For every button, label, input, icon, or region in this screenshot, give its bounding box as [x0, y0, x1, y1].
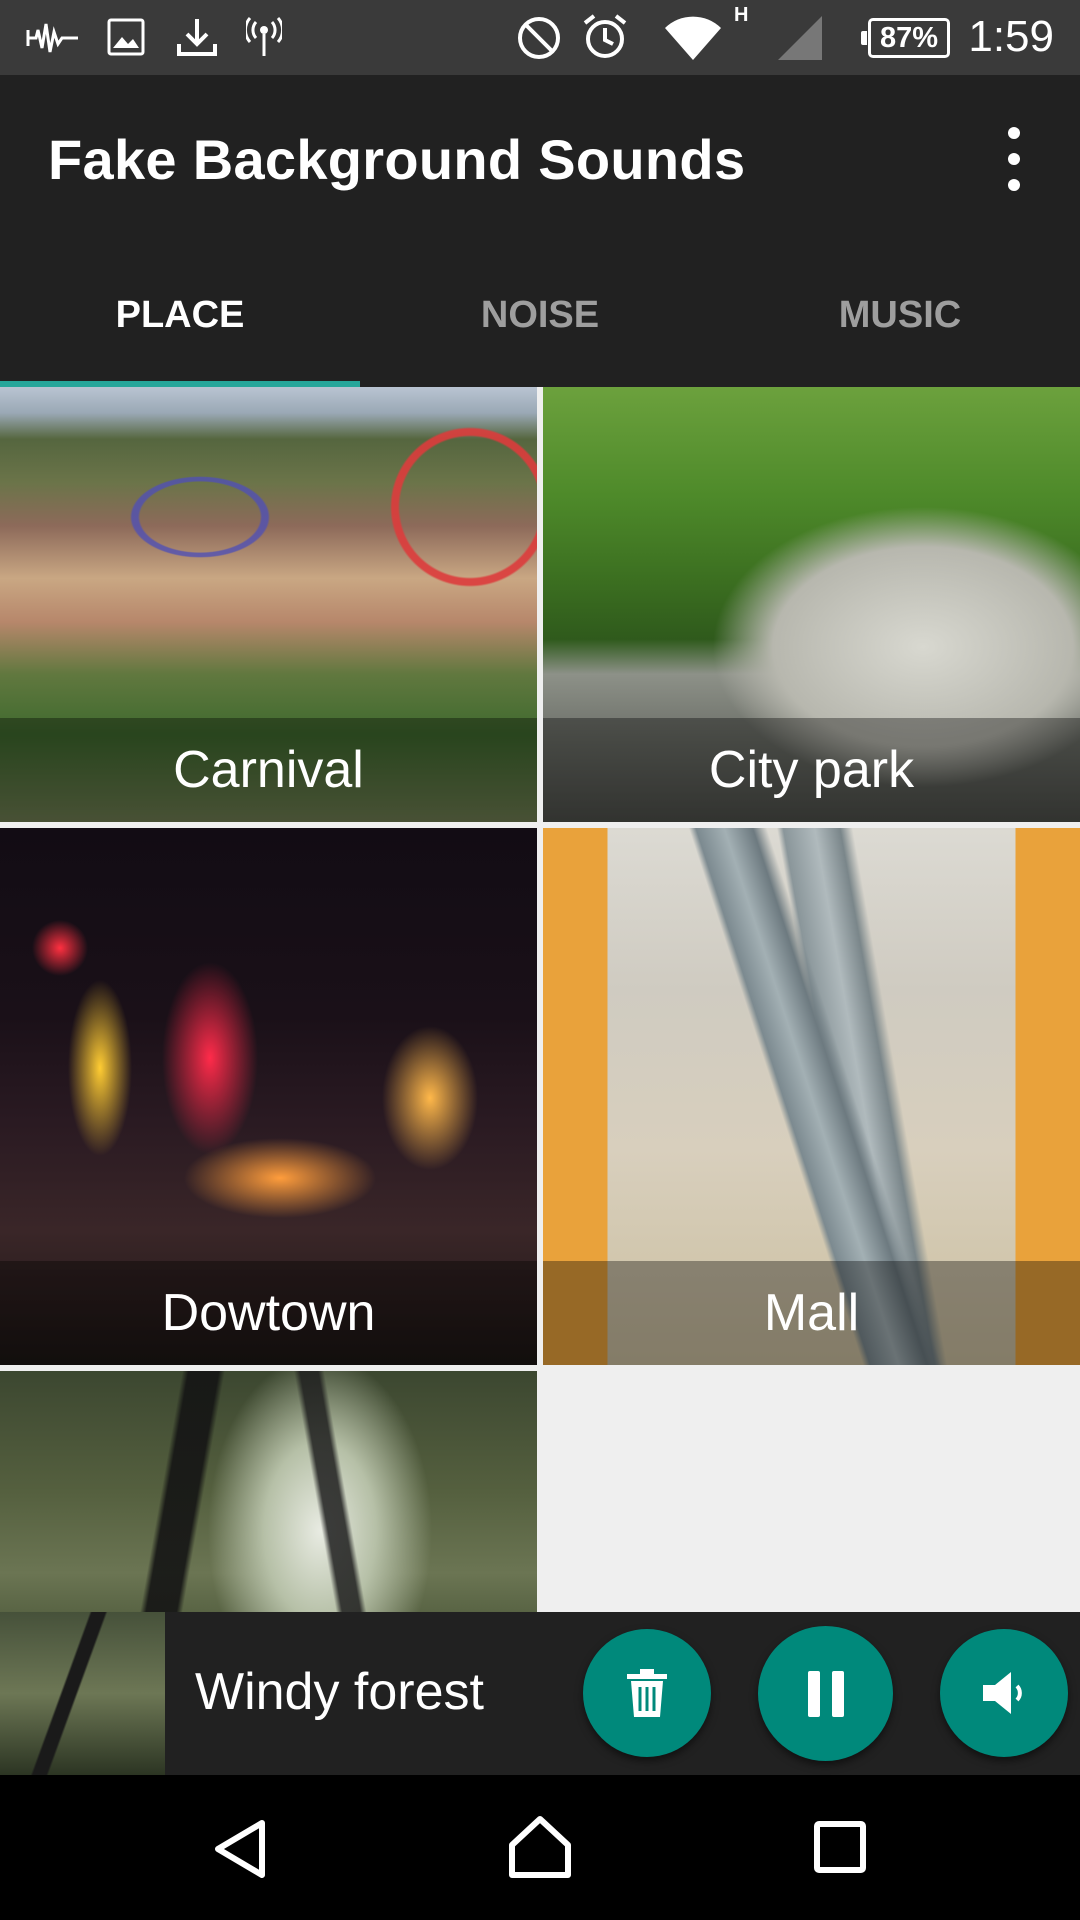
navigation-bar [0, 1775, 1080, 1920]
battery-icon: 87% [861, 18, 950, 58]
tab-music[interactable]: MUSIC [720, 243, 1080, 387]
place-tile-mall[interactable]: Mall [543, 828, 1080, 1365]
tab-bar: PLACE NOISE MUSIC [0, 243, 1080, 387]
hotspot-icon [246, 17, 282, 56]
download-icon [177, 19, 217, 56]
places-grid: Carnival City park Dowtown Mall [0, 387, 1080, 1775]
image-icon [107, 18, 145, 56]
place-tile-carnival[interactable]: Carnival [0, 387, 537, 822]
tile-label: Dowtown [161, 1284, 376, 1342]
tile-label: Carnival [173, 741, 364, 799]
pause-button[interactable] [758, 1626, 893, 1761]
do-not-disturb-icon [518, 17, 560, 59]
more-vertical-icon[interactable] [990, 127, 1038, 191]
tab-noise[interactable]: NOISE [360, 243, 720, 387]
volume-button[interactable] [940, 1629, 1068, 1757]
network-type: H [734, 4, 749, 26]
tab-place[interactable]: PLACE [0, 243, 360, 387]
cell-signal-icon [778, 16, 822, 60]
clock: 1:59 [968, 12, 1054, 61]
app-bar: Fake Background Sounds [0, 75, 1080, 243]
pause-icon [807, 1670, 844, 1717]
place-tile-city-park[interactable]: City park [543, 387, 1080, 822]
battery-percent: 87% [879, 22, 939, 54]
back-icon[interactable] [212, 1819, 268, 1879]
app-title: Fake Background Sounds [48, 128, 746, 191]
volume-icon [983, 1672, 1022, 1714]
tile-label-bar: City park [543, 718, 1080, 822]
status-bar: H 87% 1:59 [0, 0, 1080, 75]
tile-label-bar: Mall [543, 1261, 1080, 1365]
tile-label-bar: Dowtown [0, 1261, 537, 1365]
now-playing-title: Windy forest [195, 1663, 484, 1721]
tile-label: Mall [763, 1284, 860, 1342]
place-tile-downtown[interactable]: Dowtown [0, 828, 537, 1365]
now-playing-bar: Windy forest [165, 1612, 1080, 1775]
tile-label: City park [708, 741, 915, 799]
wifi-icon [665, 16, 721, 60]
screen: H 87% 1:59 Fake Background Sounds PLACE … [0, 0, 1080, 1920]
delete-icon [627, 1669, 667, 1717]
tile-label-bar: Carnival [0, 718, 537, 822]
recents-icon[interactable] [814, 1821, 866, 1873]
delete-button[interactable] [583, 1629, 711, 1757]
home-icon[interactable] [508, 1815, 572, 1879]
alarm-icon [583, 14, 627, 58]
player-thumbnail [0, 1612, 165, 1775]
audio-wave-icon [26, 23, 78, 53]
